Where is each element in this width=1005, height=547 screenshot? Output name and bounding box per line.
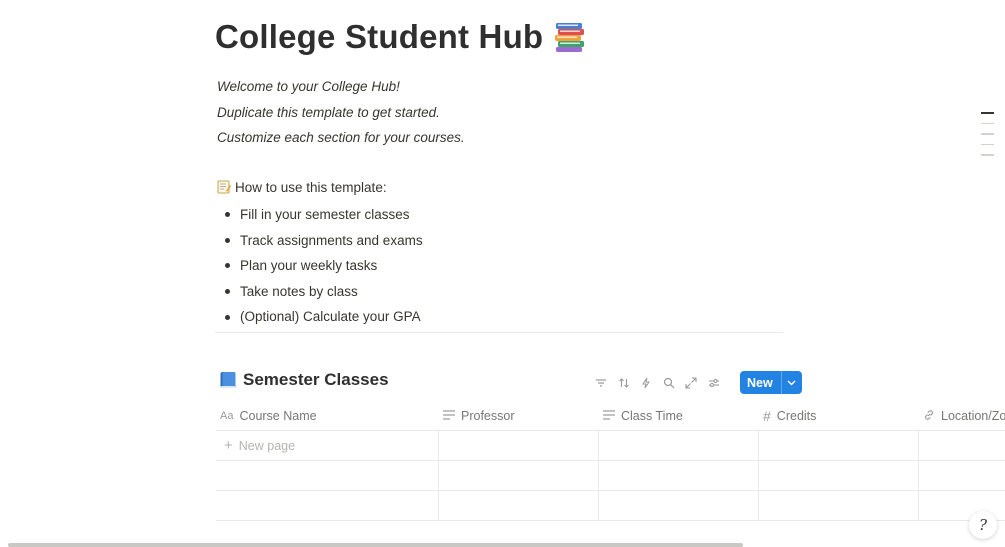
howto-heading-text: How to use this template: bbox=[235, 179, 387, 195]
lines-icon bbox=[603, 409, 615, 423]
table-cell[interactable] bbox=[216, 461, 439, 490]
database-toolbar: New bbox=[590, 371, 802, 394]
memo-emoji-icon bbox=[217, 180, 231, 194]
table-cell[interactable] bbox=[919, 461, 1005, 490]
horizontal-scrollbar[interactable] bbox=[8, 543, 743, 547]
intro-line[interactable]: Welcome to your College Hub! bbox=[217, 74, 465, 100]
plus-icon: + bbox=[224, 437, 233, 454]
chevron-down-icon[interactable] bbox=[780, 371, 802, 394]
list-item[interactable]: Fill in your semester classes bbox=[217, 202, 423, 228]
table-cell[interactable] bbox=[759, 461, 919, 490]
column-label: Class Time bbox=[621, 409, 683, 423]
books-emoji-icon[interactable] bbox=[553, 20, 587, 54]
column-label: Location/Zo bbox=[941, 409, 1005, 423]
search-icon[interactable] bbox=[658, 372, 681, 394]
column-label: Credits bbox=[776, 409, 817, 423]
list-item[interactable]: Plan your weekly tasks bbox=[217, 253, 423, 279]
howto-list: Fill in your semester classes Track assi… bbox=[217, 202, 423, 330]
toc-item[interactable] bbox=[981, 143, 994, 145]
table-cell[interactable] bbox=[439, 491, 599, 520]
expand-icon[interactable] bbox=[680, 372, 703, 394]
database-table: Aa Course Name Professor Class Time # Cr… bbox=[216, 402, 1005, 521]
list-item-text: (Optional) Calculate your GPA bbox=[240, 309, 421, 325]
table-row bbox=[216, 491, 1005, 521]
table-row bbox=[216, 461, 1005, 491]
help-button-label: ? bbox=[978, 516, 988, 534]
table-of-contents[interactable] bbox=[981, 112, 994, 156]
settings-icon[interactable] bbox=[703, 372, 726, 394]
database-title-row: Semester Classes bbox=[219, 370, 389, 390]
column-header-professor[interactable]: Professor bbox=[439, 402, 599, 430]
list-item-text: Plan your weekly tasks bbox=[240, 258, 378, 274]
list-item[interactable]: Track assignments and exams bbox=[217, 228, 423, 254]
list-item-text: Fill in your semester classes bbox=[240, 207, 410, 222]
divider bbox=[215, 332, 783, 333]
column-header-class-time[interactable]: Class Time bbox=[599, 402, 759, 430]
list-item[interactable]: Take notes by class bbox=[217, 279, 423, 305]
howto-section: How to use this template: Fill in your s… bbox=[217, 176, 423, 330]
column-header-course-name[interactable]: Aa Course Name bbox=[216, 402, 439, 430]
toc-item[interactable] bbox=[981, 133, 994, 135]
new-page-row[interactable]: + New page bbox=[216, 431, 439, 460]
bullet-icon bbox=[225, 289, 230, 295]
new-page-label: New page bbox=[238, 438, 296, 453]
table-header: Aa Course Name Professor Class Time # Cr… bbox=[216, 402, 1005, 431]
list-item[interactable]: (Optional) Calculate your GPA bbox=[217, 304, 423, 330]
text-aa-icon: Aa bbox=[220, 410, 234, 422]
new-button-label: New bbox=[747, 375, 773, 390]
list-item-text: Take notes by class bbox=[240, 283, 358, 299]
blue-book-emoji-icon[interactable] bbox=[219, 371, 237, 389]
hash-icon: # bbox=[763, 408, 771, 424]
table-cell[interactable] bbox=[759, 431, 919, 460]
bullet-icon bbox=[225, 212, 230, 218]
sort-icon[interactable] bbox=[613, 372, 636, 394]
bullet-icon bbox=[225, 237, 230, 243]
notion-page: College Student Hub Welcome to your Coll… bbox=[0, 0, 1005, 547]
column-label: Professor bbox=[461, 409, 515, 423]
title-row: College Student Hub bbox=[215, 18, 587, 56]
table-cell[interactable] bbox=[599, 461, 759, 490]
intro-line[interactable]: Customize each section for your courses. bbox=[217, 125, 465, 151]
table-row: + New page bbox=[216, 431, 1005, 461]
table-cell[interactable] bbox=[759, 491, 919, 520]
howto-heading[interactable]: How to use this template: bbox=[217, 176, 423, 198]
intro-line[interactable]: Duplicate this template to get started. bbox=[217, 100, 465, 126]
intro-text: Welcome to your College Hub! Duplicate t… bbox=[217, 74, 465, 151]
database-title[interactable]: Semester Classes bbox=[243, 370, 389, 390]
table-cell[interactable] bbox=[439, 431, 599, 460]
link-icon bbox=[923, 409, 935, 424]
lightning-icon[interactable] bbox=[635, 372, 658, 394]
table-cell[interactable] bbox=[599, 491, 759, 520]
column-header-credits[interactable]: # Credits bbox=[759, 402, 919, 430]
toc-item[interactable] bbox=[981, 122, 994, 124]
help-button[interactable]: ? bbox=[969, 511, 997, 539]
table-cell[interactable] bbox=[919, 431, 1005, 460]
list-item-text: Track assignments and exams bbox=[240, 232, 423, 248]
page-title[interactable]: College Student Hub bbox=[215, 18, 543, 56]
column-header-location[interactable]: Location/Zo bbox=[919, 402, 1005, 430]
bullet-icon bbox=[225, 314, 230, 320]
filter-icon[interactable] bbox=[590, 372, 613, 394]
bullet-icon bbox=[225, 263, 230, 269]
toc-item[interactable] bbox=[981, 112, 994, 114]
lines-icon bbox=[443, 409, 455, 423]
toc-item[interactable] bbox=[981, 154, 994, 156]
table-cell[interactable] bbox=[599, 431, 759, 460]
new-button[interactable]: New bbox=[740, 371, 802, 394]
table-cell[interactable] bbox=[216, 491, 439, 520]
table-cell[interactable] bbox=[439, 461, 599, 490]
column-label: Course Name bbox=[239, 409, 317, 423]
